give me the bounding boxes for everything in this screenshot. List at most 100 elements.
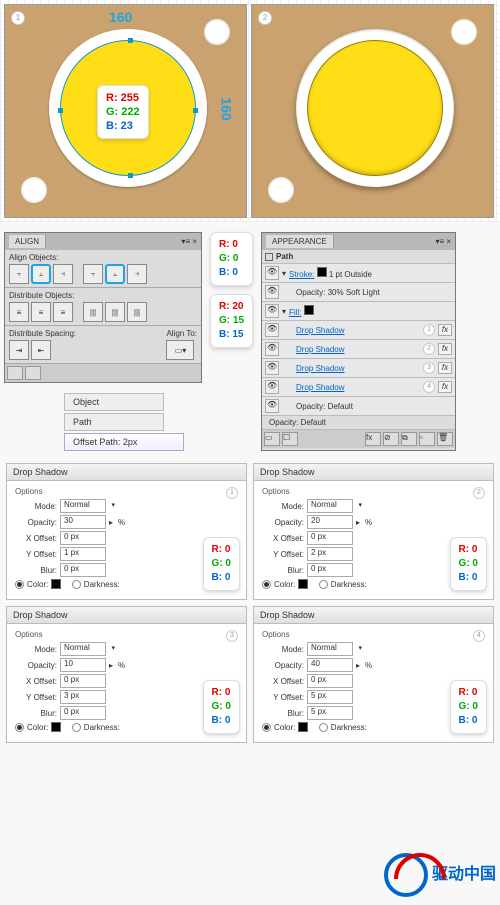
- drop-shadow-link[interactable]: Drop Shadow: [296, 383, 344, 392]
- dist-button[interactable]: ≡: [9, 302, 29, 322]
- effect-badge: 3: [423, 362, 435, 374]
- color-swatch[interactable]: [51, 722, 61, 732]
- spacing-button[interactable]: ⇥: [9, 340, 29, 360]
- footer-button[interactable]: [25, 366, 41, 380]
- align-to-button[interactable]: ▭▾: [166, 340, 194, 360]
- opacity-input[interactable]: 40: [307, 658, 353, 672]
- color-swatch[interactable]: [298, 579, 308, 589]
- drop-shadow-link[interactable]: Drop Shadow: [296, 326, 344, 335]
- fill-swatch[interactable]: [304, 305, 314, 315]
- align-h-center-button[interactable]: ⫠: [31, 264, 51, 284]
- step-badge-1: 1: [11, 11, 25, 25]
- visibility-toggle[interactable]: 👁: [265, 266, 279, 280]
- color-radio[interactable]: [262, 723, 271, 732]
- rgb-card-circle: R: 255G: 222B: 23: [97, 85, 149, 139]
- color-swatch[interactable]: [51, 579, 61, 589]
- align-left-button[interactable]: ⫟: [9, 264, 29, 284]
- dist-button[interactable]: |||: [105, 302, 125, 322]
- stroke-link[interactable]: Stroke:: [289, 270, 314, 279]
- blur-input[interactable]: 0 px: [60, 706, 106, 720]
- visibility-toggle[interactable]: 👁: [265, 380, 279, 394]
- color-radio[interactable]: [15, 580, 24, 589]
- footer-button[interactable]: [7, 366, 23, 380]
- visibility-toggle[interactable]: 👁: [265, 285, 279, 299]
- yoffset-input[interactable]: 5 px: [307, 690, 353, 704]
- drop-shadow-link[interactable]: Drop Shadow: [296, 364, 344, 373]
- fx-icon[interactable]: fx: [438, 324, 452, 336]
- mode-select[interactable]: Normal: [307, 642, 353, 656]
- fx-icon[interactable]: fx: [438, 343, 452, 355]
- dialog-title: Drop Shadow: [7, 464, 246, 481]
- options-label: Options: [262, 630, 485, 639]
- fill-link[interactable]: Fill:: [289, 308, 301, 317]
- dialog-title: Drop Shadow: [254, 464, 493, 481]
- spacing-button[interactable]: ⇤: [31, 340, 51, 360]
- distribute-spacing-label: Distribute Spacing:: [9, 329, 76, 338]
- fx-icon[interactable]: fx: [438, 381, 452, 393]
- align-tab[interactable]: ALIGN: [9, 235, 46, 248]
- opacity-soft-row[interactable]: Opacity: 30% Soft Light: [282, 288, 452, 297]
- visibility-toggle[interactable]: 👁: [265, 361, 279, 375]
- drop-shadow-link[interactable]: Drop Shadow: [296, 345, 344, 354]
- menu-offset-path[interactable]: Offset Path: 2px: [64, 433, 184, 451]
- darkness-radio[interactable]: [319, 723, 328, 732]
- duplicate-button[interactable]: ⧉: [401, 432, 417, 446]
- stroke-value[interactable]: 1 pt Outside: [329, 270, 372, 279]
- xoffset-input[interactable]: 0 px: [307, 674, 353, 688]
- mode-select[interactable]: Normal: [60, 499, 106, 513]
- fx-icon[interactable]: fx: [438, 362, 452, 374]
- color-swatch[interactable]: [298, 722, 308, 732]
- opacity-default-row[interactable]: Opacity: Default: [265, 418, 452, 427]
- footer-button[interactable]: ☐: [282, 432, 298, 446]
- dialog-badge: 3: [226, 630, 238, 642]
- align-right-button[interactable]: ⫞: [53, 264, 73, 284]
- mode-select[interactable]: Normal: [307, 499, 353, 513]
- menu-object[interactable]: Object: [64, 393, 164, 411]
- xoffset-input[interactable]: 0 px: [307, 531, 353, 545]
- path-swatch: [265, 253, 273, 261]
- visibility-toggle[interactable]: 👁: [265, 323, 279, 337]
- stroke-swatch[interactable]: [317, 267, 327, 277]
- menu-path[interactable]: Path: [64, 413, 164, 431]
- panel-menu-icon[interactable]: ▾≡ ×: [181, 237, 197, 246]
- appearance-tab[interactable]: APPEARANCE: [266, 235, 334, 248]
- visibility-toggle[interactable]: 👁: [265, 304, 279, 318]
- mode-select[interactable]: Normal: [60, 642, 106, 656]
- blur-input[interactable]: 0 px: [307, 563, 353, 577]
- opacity-input[interactable]: 30: [60, 515, 106, 529]
- yoffset-input[interactable]: 3 px: [60, 690, 106, 704]
- dist-button[interactable]: ≡: [53, 302, 73, 322]
- step-badge-2: 2: [258, 11, 272, 25]
- align-top-button[interactable]: ⫟: [83, 264, 103, 284]
- opacity-default-row[interactable]: Opacity: Default: [282, 402, 452, 411]
- delete-button[interactable]: 🗑: [437, 432, 453, 446]
- yoffset-input[interactable]: 2 px: [307, 547, 353, 561]
- fx-button[interactable]: fx: [365, 432, 381, 446]
- visibility-toggle[interactable]: 👁: [265, 399, 279, 413]
- darkness-radio[interactable]: [72, 723, 81, 732]
- corner-hole: [21, 177, 47, 203]
- clear-button[interactable]: ⊘: [383, 432, 399, 446]
- blur-input[interactable]: 0 px: [60, 563, 106, 577]
- rgb-card-fill: R: 20G: 15B: 15: [210, 294, 253, 348]
- footer-button[interactable]: ▭: [264, 432, 280, 446]
- corner-hole: [451, 19, 477, 45]
- color-radio[interactable]: [262, 580, 271, 589]
- xoffset-input[interactable]: 0 px: [60, 531, 106, 545]
- dist-button[interactable]: |||: [83, 302, 103, 322]
- xoffset-input[interactable]: 0 px: [60, 674, 106, 688]
- blur-input[interactable]: 5 px: [307, 706, 353, 720]
- dist-button[interactable]: ≡: [31, 302, 51, 322]
- new-button[interactable]: ▫: [419, 432, 435, 446]
- darkness-radio[interactable]: [319, 580, 328, 589]
- color-radio[interactable]: [15, 723, 24, 732]
- dist-button[interactable]: |||: [127, 302, 147, 322]
- visibility-toggle[interactable]: 👁: [265, 342, 279, 356]
- opacity-input[interactable]: 10: [60, 658, 106, 672]
- opacity-input[interactable]: 20: [307, 515, 353, 529]
- darkness-radio[interactable]: [72, 580, 81, 589]
- yoffset-input[interactable]: 1 px: [60, 547, 106, 561]
- align-bottom-button[interactable]: ⫞: [127, 264, 147, 284]
- panel-menu-icon[interactable]: ▾≡ ×: [435, 237, 451, 246]
- align-v-center-button[interactable]: ⫠: [105, 264, 125, 284]
